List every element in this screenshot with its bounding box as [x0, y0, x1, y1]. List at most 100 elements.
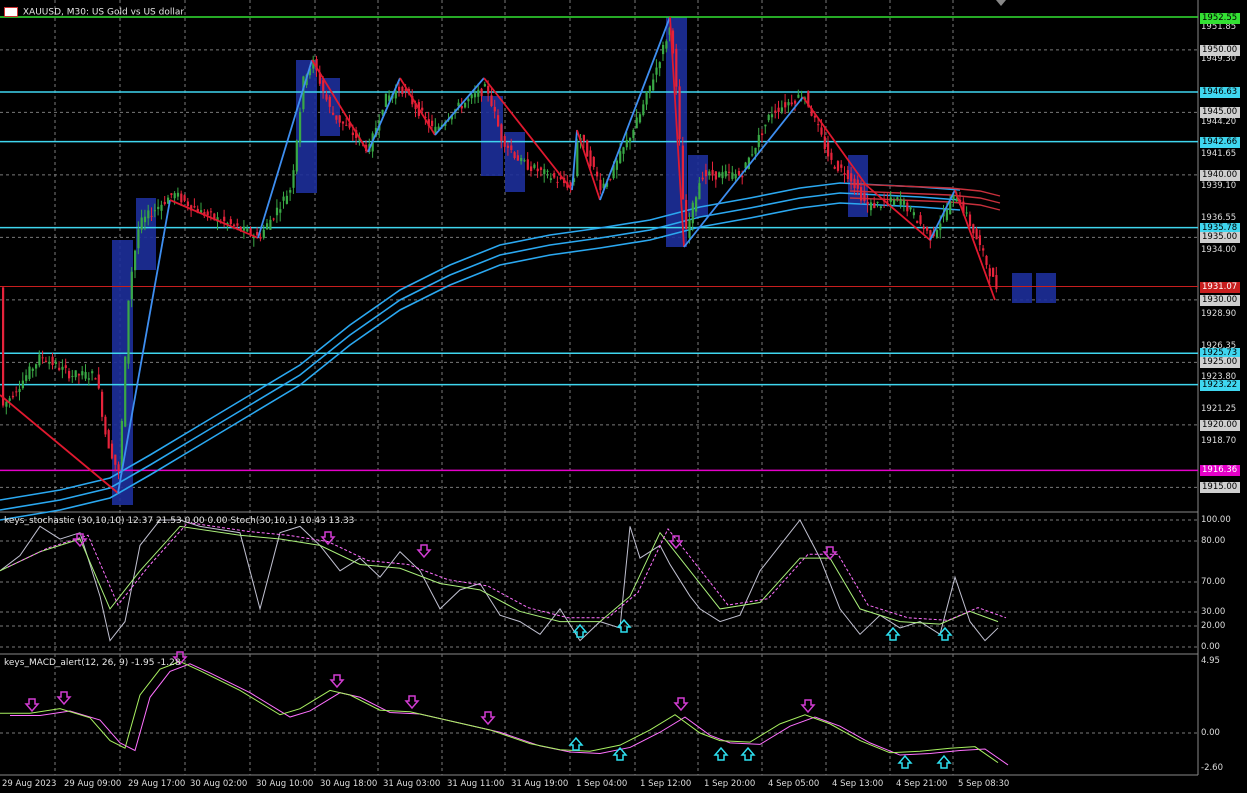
symbol-title: XAUUSD, M30: US Gold vs US dollar: [22, 7, 185, 18]
candle-body: [520, 157, 523, 162]
signal-box: [1036, 273, 1056, 303]
candle-body: [794, 100, 797, 104]
candle-body: [992, 268, 995, 277]
macd-tick: -2.60: [1201, 763, 1223, 773]
candle-body: [922, 226, 925, 230]
macd-tick: 0.00: [1201, 728, 1220, 738]
time-tick: 4 Sep 05:00: [768, 779, 820, 789]
candle-body: [246, 228, 249, 232]
stoch-tick: 30.00: [1201, 607, 1226, 617]
candle-body: [137, 229, 140, 249]
candle-body: [625, 139, 628, 148]
candle-body: [553, 173, 556, 178]
candle-body: [282, 196, 285, 201]
candle-body: [48, 362, 51, 364]
candle-body: [351, 132, 354, 136]
zigzag-segment: [576, 129, 601, 201]
candle-body: [754, 147, 757, 154]
candle-body: [533, 164, 536, 168]
candle-body: [150, 215, 153, 217]
candle-body: [28, 366, 31, 380]
candle-body: [589, 150, 592, 167]
stoch-tick: 100.00: [1201, 515, 1231, 525]
candle-body: [8, 398, 11, 401]
buy-arrow-icon: [897, 754, 913, 769]
candle-body: [840, 164, 843, 168]
chart-canvas[interactable]: [0, 0, 1247, 793]
candle-body: [5, 401, 8, 407]
candle-body: [206, 211, 209, 216]
candle-body: [866, 201, 869, 205]
candle-body: [737, 170, 741, 176]
candle-body: [77, 374, 81, 376]
candle-body: [130, 271, 133, 300]
candle-body: [899, 198, 902, 205]
candle-body: [926, 227, 929, 231]
candle-body: [54, 361, 57, 364]
candle-body: [893, 199, 896, 205]
candle-body: [279, 209, 282, 213]
time-tick: 1 Sep 12:00: [640, 779, 692, 789]
candle-body: [236, 223, 239, 226]
candle-body: [945, 209, 948, 221]
candle-body: [58, 367, 61, 371]
candle-body: [708, 171, 711, 175]
candle-body: [186, 201, 189, 207]
candle-body: [896, 197, 899, 200]
time-tick: 30 Aug 18:00: [320, 779, 378, 789]
candle-body: [731, 172, 734, 179]
candle-body: [262, 229, 265, 238]
candle-body: [173, 193, 176, 199]
price-tick: 1936.55: [1201, 213, 1237, 223]
stoch-tick: 70.00: [1201, 577, 1226, 587]
candle-body: [497, 115, 500, 127]
candle-body: [645, 91, 648, 105]
candle-body: [473, 93, 477, 98]
candle-body: [876, 201, 879, 203]
sell-arrow-icon: [24, 698, 40, 713]
candle-body: [975, 229, 978, 240]
candle-body: [490, 95, 493, 106]
candle-body: [322, 80, 325, 92]
candle-body: [949, 201, 952, 214]
buy-arrow-icon: [713, 746, 729, 761]
candle-body: [539, 167, 543, 171]
candle-body: [275, 207, 279, 216]
candle-body: [833, 166, 836, 169]
candle-body: [91, 371, 94, 374]
price-level-label: 1946.63: [1200, 87, 1240, 98]
candle-body: [576, 142, 579, 177]
candle-body: [259, 236, 262, 239]
candle-body: [965, 212, 968, 214]
candle-body: [401, 86, 404, 94]
candle-body: [523, 160, 526, 162]
candle-body: [919, 215, 922, 224]
candle-body: [341, 121, 345, 124]
candle-body: [526, 159, 529, 170]
price-level-label: 1923.22: [1200, 379, 1240, 391]
candle-body: [256, 231, 259, 236]
candle-body: [770, 114, 774, 118]
candle-body: [140, 217, 143, 230]
time-tick: 29 Aug 2023: [2, 779, 57, 789]
candle-body: [61, 366, 64, 370]
candle-body: [15, 391, 18, 393]
price-tick: 1918.70: [1201, 436, 1237, 447]
chart-shift-marker-icon[interactable]: [996, 0, 1006, 6]
price-tick: 1928.90: [1201, 308, 1237, 319]
candle-body: [44, 360, 48, 362]
candle-body: [982, 248, 985, 251]
candle-body: [110, 443, 114, 459]
stochastic-dashed-line: [7, 522, 1007, 621]
candle-body: [632, 129, 635, 139]
macd-main-line: [0, 661, 999, 764]
candle-body: [38, 354, 41, 366]
candle-body: [609, 178, 612, 180]
candle-body: [586, 140, 589, 157]
buy-arrow-icon: [936, 754, 952, 769]
candle-body: [160, 204, 163, 211]
price-tick: 1939.10: [1201, 181, 1237, 192]
candle-body: [163, 201, 166, 205]
candle-body: [384, 93, 387, 107]
sell-arrow-icon: [480, 711, 496, 726]
